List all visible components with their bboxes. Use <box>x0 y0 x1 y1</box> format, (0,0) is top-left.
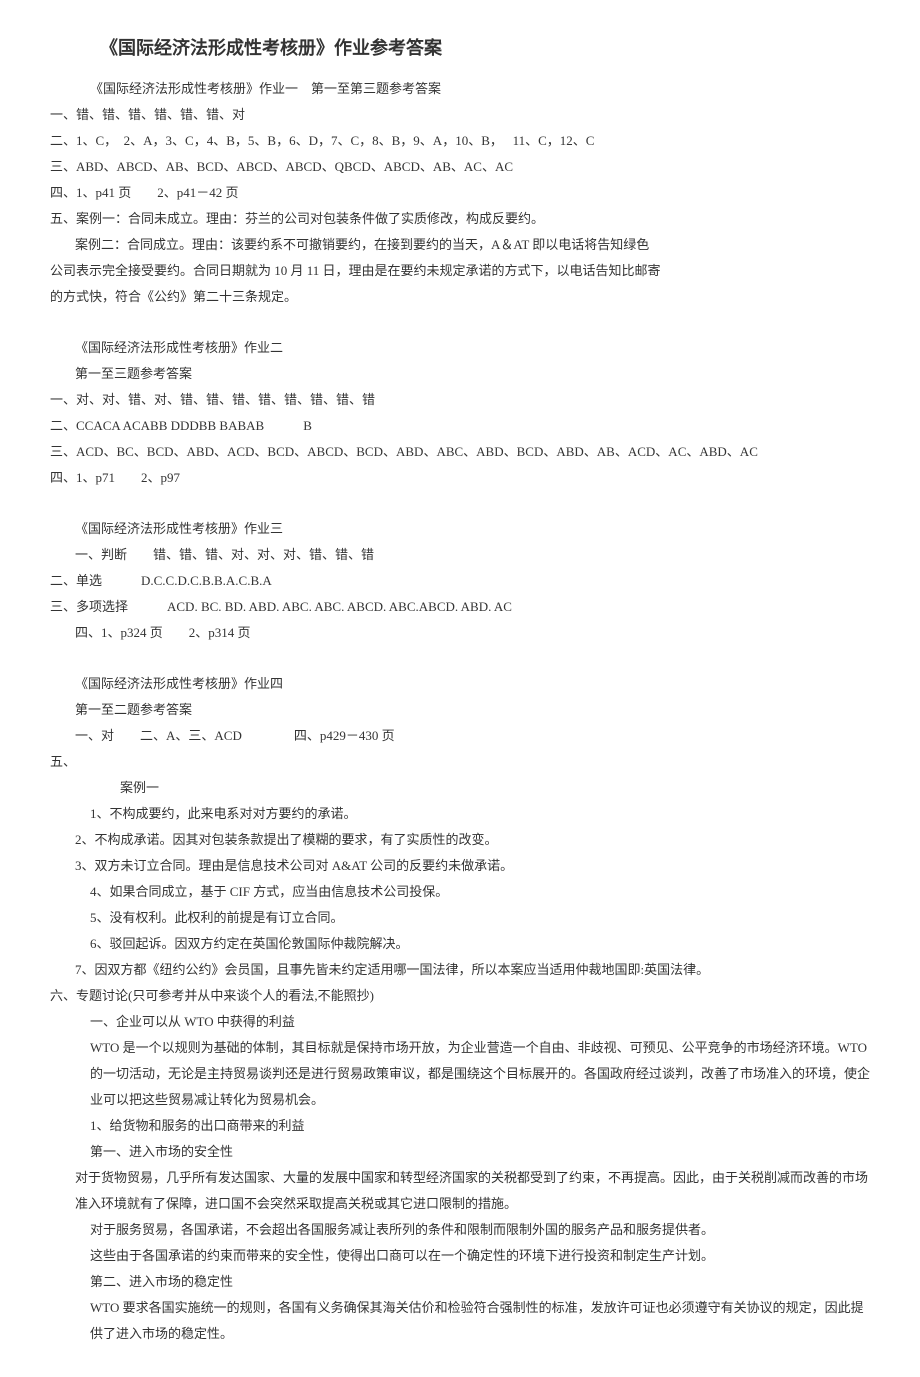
topic6-h1: 一、企业可以从 WTO 中获得的利益 <box>50 1009 870 1035</box>
case1-label: 案例一 <box>50 775 870 801</box>
hw3-q4: 四、1、p324 页 2、p314 页 <box>50 620 870 646</box>
topic6-p3: WTO 要求各国实施统一的规则，各国有义务确保其海关估价和检验符合强制性的标准，… <box>50 1295 870 1347</box>
hw1-q5: 五、案例一：合同未成立。理由：芬兰的公司对包装条件做了实质修改，构成反要约。 <box>50 206 870 232</box>
hw1-q4: 四、1、p41 页 2、p41－42 页 <box>50 180 870 206</box>
topic6: 六、专题讨论(只可参考并从中来谈个人的看法,不能照抄) <box>50 983 870 1009</box>
hw4-q5: 五、 <box>50 749 870 775</box>
hw2-q4: 四、1、p71 2、p97 <box>50 465 870 491</box>
topic6-p2c: 这些由于各国承诺的约束而带来的安全性，使得出口商可以在一个确定性的环境下进行投资… <box>50 1243 870 1269</box>
hw2-q1: 一、对、对、错、对、错、错、错、错、错、错、错、错 <box>50 387 870 413</box>
hw2-header: 《国际经济法形成性考核册》作业二 <box>50 335 870 361</box>
hw4-header: 《国际经济法形成性考核册》作业四 <box>50 671 870 697</box>
hw1-case2-c: 的方式快，符合《公约》第二十三条规定。 <box>50 284 870 310</box>
hw3-q1: 一、判断 错、错、错、对、对、对、错、错、错 <box>50 542 870 568</box>
hw1-q2: 二、1、C， 2、A，3、C，4、B，5、B，6、D，7、C，8、B，9、A，1… <box>50 128 870 154</box>
hw3-q3: 三、多项选择 ACD. BC. BD. ABD. ABC. ABC. ABCD.… <box>50 594 870 620</box>
case1-3: 3、双方未订立合同。理由是信息技术公司对 A&AT 公司的反要约未做承诺。 <box>50 853 870 879</box>
hw1-q1: 一、错、错、错、错、错、错、对 <box>50 102 870 128</box>
topic6-sub1: 1、给货物和服务的出口商带来的利益 <box>50 1113 870 1139</box>
topic6-s1b: 第二、进入市场的稳定性 <box>50 1269 870 1295</box>
case1-6: 6、驳回起诉。因双方约定在英国伦敦国际仲裁院解决。 <box>50 931 870 957</box>
hw3-q2: 二、单选 D.C.C.D.C.B.B.A.C.B.A <box>50 568 870 594</box>
hw1-header: 《国际经济法形成性考核册》作业一 第一至第三题参考答案 <box>50 76 870 102</box>
topic6-p1: WTO 是一个以规则为基础的体制，其目标就是保持市场开放，为企业营造一个自由、非… <box>50 1035 870 1113</box>
hw1-case2-a: 案例二：合同成立。理由：该要约系不可撤销要约，在接到要约的当天，A＆AT 即以电… <box>50 232 870 258</box>
topic6-s1a: 第一、进入市场的安全性 <box>50 1139 870 1165</box>
case1-7: 7、因双方都《纽约公约》会员国，且事先皆未约定适用哪一国法律，所以本案应当适用仲… <box>50 957 870 983</box>
hw2-sub: 第一至三题参考答案 <box>50 361 870 387</box>
case1-4: 4、如果合同成立，基于 CIF 方式，应当由信息技术公司投保。 <box>50 879 870 905</box>
hw1-case2-b: 公司表示完全接受要约。合同日期就为 10 月 11 日，理由是在要约未规定承诺的… <box>50 258 870 284</box>
hw1-q3: 三、ABD、ABCD、AB、BCD、ABCD、ABCD、QBCD、ABCD、AB… <box>50 154 870 180</box>
hw2-q3: 三、ACD、BC、BCD、ABD、ACD、BCD、ABCD、BCD、ABD、AB… <box>50 439 870 465</box>
case1-5: 5、没有权利。此权利的前提是有订立合同。 <box>50 905 870 931</box>
hw3-header: 《国际经济法形成性考核册》作业三 <box>50 516 870 542</box>
hw4-sub: 第一至二题参考答案 <box>50 697 870 723</box>
topic6-p2b: 对于服务贸易，各国承诺，不会超出各国服务减让表所列的条件和限制而限制外国的服务产… <box>50 1217 870 1243</box>
case1-1: 1、不构成要约，此来电系对对方要约的承诺。 <box>50 801 870 827</box>
hw2-q2: 二、CCACA ACABB DDDBB BABAB B <box>50 413 870 439</box>
case1-2: 2、不构成承诺。因其对包装条款提出了模糊的要求，有了实质性的改变。 <box>50 827 870 853</box>
page-title: 《国际经济法形成性考核册》作业参考答案 <box>50 30 870 66</box>
topic6-p2a: 对于货物贸易，几乎所有发达国家、大量的发展中国家和转型经济国家的关税都受到了约束… <box>50 1165 870 1217</box>
hw4-q1: 一、对 二、A、三、ACD 四、p429－430 页 <box>50 723 870 749</box>
